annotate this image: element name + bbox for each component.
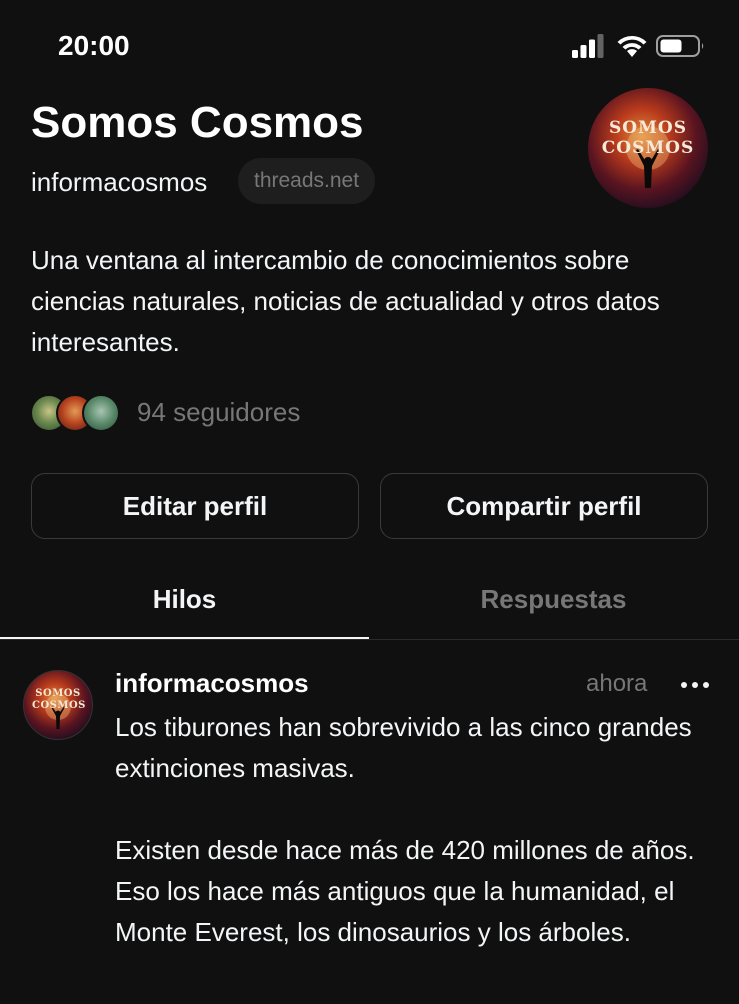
wifi-icon [617,35,647,57]
profile-bio: Una ventana al intercambio de conocimien… [31,245,660,357]
status-bar: 20:00 [0,0,739,90]
profile-handle: informacosmos [31,167,208,197]
status-time: 20:00 [58,30,130,61]
post-paragraph: Los tiburones han sobrevivido a las cinc… [115,712,692,783]
battery-icon [656,35,704,57]
follower-avatar [82,394,120,432]
followers-count[interactable]: 94 seguidores [137,397,300,428]
signal-icon [572,34,604,58]
post-body: Los tiburones han sobrevivido a las cinc… [115,707,715,953]
post-author-avatar[interactable]: SOMOS COSMOS [23,670,93,740]
tab-hilos[interactable]: Hilos [0,584,369,615]
follower-avatars[interactable] [30,394,122,434]
profile-name: Somos Cosmos [31,98,364,147]
post-author-name[interactable]: informacosmos [115,668,309,699]
edit-profile-button[interactable]: Editar perfil [31,473,359,539]
threads-domain-badge[interactable]: threads.net [238,158,376,204]
tab-divider [0,639,739,640]
profile-avatar[interactable]: SOMOS COSMOS [588,88,708,208]
tab-respuestas[interactable]: Respuestas [369,584,738,615]
more-options-icon[interactable] [680,681,710,689]
post-timestamp: ahora [586,670,648,697]
avatar-logo-text: SOMOS COSMOS [601,118,695,158]
share-profile-button[interactable]: Compartir perfil [380,473,708,539]
post-paragraph: Existen desde hace más de 420 millones d… [115,835,695,947]
avatar-logo-text: SOMOS COSMOS [32,688,86,711]
